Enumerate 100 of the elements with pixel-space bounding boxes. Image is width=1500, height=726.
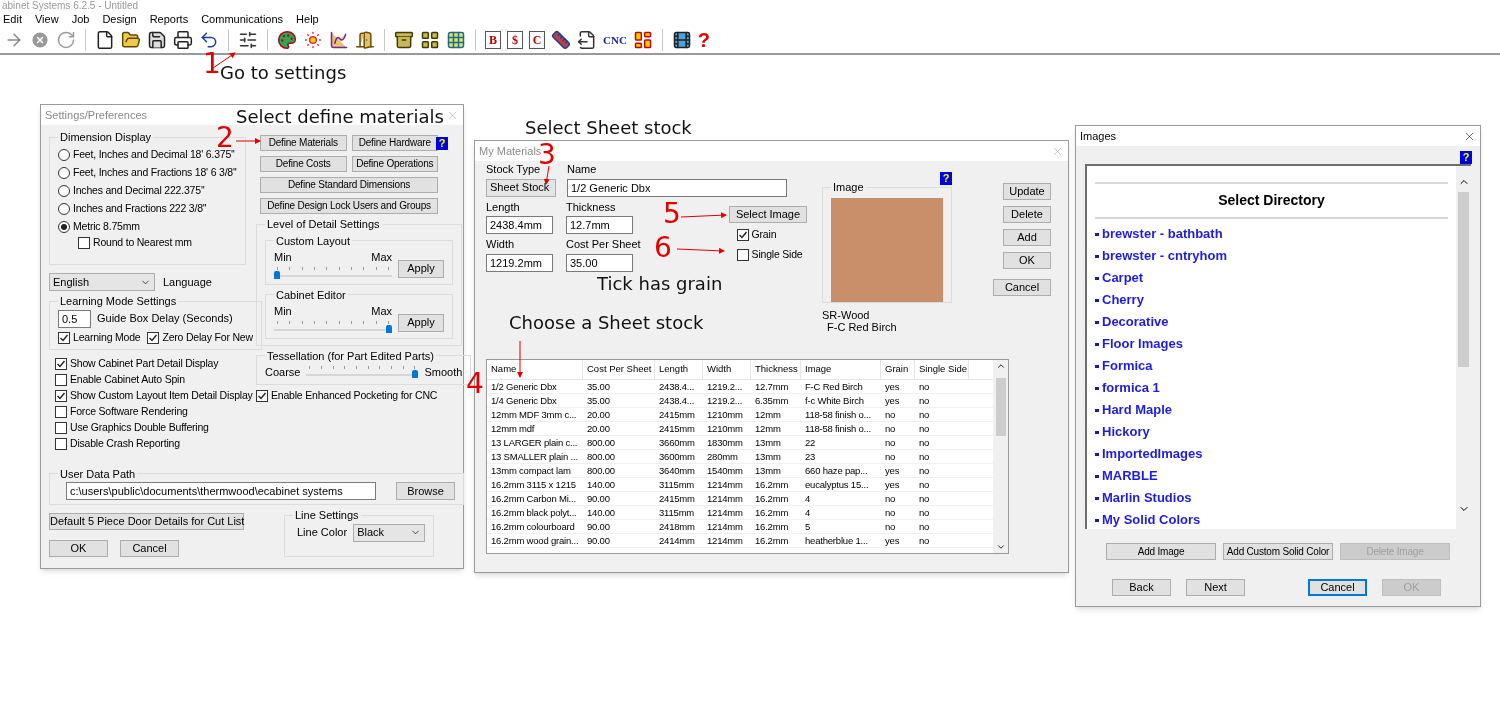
print-icon[interactable] (173, 30, 193, 50)
help-button[interactable]: ? (436, 137, 448, 150)
radio-button[interactable] (58, 184, 70, 197)
dialog-button[interactable]: Delete (1003, 206, 1051, 223)
slider-track[interactable] (306, 365, 419, 380)
directory-link[interactable]: ImportedImages (1102, 444, 1203, 464)
directory-link[interactable]: Marlin Studios (1102, 488, 1192, 508)
open-folder-icon[interactable] (121, 30, 141, 50)
nav-button[interactable]: Next (1186, 579, 1245, 596)
select-image-button[interactable]: Select Image (729, 205, 807, 223)
menu-item[interactable]: Design (102, 10, 137, 28)
table-row[interactable]: 16.2mm wood grain... 90.00 2414mm 1214mm 16.2mm heatherblue 1... yes no (487, 534, 993, 548)
floor-plan-icon[interactable] (446, 30, 466, 50)
scrollbar-thumb[interactable] (995, 377, 1006, 436)
define-button[interactable]: Define Costs (260, 156, 347, 172)
text-field[interactable]: 12.7mm (566, 216, 633, 234)
cancel-circle-icon[interactable] (30, 30, 50, 50)
column-header[interactable]: Grain (881, 360, 915, 379)
directory-link[interactable]: Hickory (1102, 422, 1150, 442)
text-field[interactable]: 1/2 Generic Dbx (567, 178, 787, 197)
menu-item[interactable]: Communications (201, 10, 284, 28)
export-icon[interactable] (577, 30, 597, 50)
dialog-button[interactable]: Cancel (993, 279, 1051, 296)
radio-button[interactable] (58, 148, 70, 161)
define-button[interactable]: Define Hardware (351, 135, 438, 151)
dropdown[interactable]: Black (353, 523, 426, 542)
image-action-button[interactable]: Add Image (1106, 543, 1216, 560)
scrollbar[interactable] (993, 360, 1008, 553)
menu-item[interactable]: Job (71, 10, 90, 28)
radio-button[interactable] (58, 220, 70, 233)
ok-button[interactable]: OK (49, 540, 108, 557)
help-button[interactable]: ? (697, 30, 711, 50)
slider-track[interactable] (274, 265, 392, 280)
table-row[interactable]: 16.2mm black polyt... 140.00 3115mm 1214mm 16.2mm 4 no no (487, 506, 993, 520)
table-row[interactable]: 16.2mm Carbon Mi... 90.00 2415mm 1214mm 16.2mm 4 no no (487, 492, 993, 506)
table-row[interactable]: 16.2mm colourboard 90.00 2418mm 1214mm 16.2mm 5 no no (487, 520, 993, 534)
undo-icon[interactable] (199, 30, 219, 50)
checkbox[interactable] (55, 438, 67, 450)
nav-button[interactable]: Back (1112, 579, 1171, 596)
column-header[interactable]: Thickness (751, 360, 801, 379)
new-file-icon[interactable] (95, 30, 115, 50)
scroll-up-icon[interactable] (995, 361, 1006, 371)
measure-icon[interactable] (551, 30, 571, 50)
directory-link[interactable]: Hard Maple (1102, 400, 1173, 420)
slider-thumb[interactable] (412, 370, 419, 379)
column-header[interactable]: Single Side (915, 360, 969, 379)
toolbar-button[interactable]: C (529, 31, 545, 49)
image-action-button[interactable]: Add Custom Solid Color (1223, 543, 1333, 560)
define-button[interactable]: Define Materials (260, 135, 347, 151)
slider-thumb[interactable] (274, 270, 280, 279)
radio-button[interactable] (58, 202, 70, 215)
directory-link[interactable]: brewster - cntryhom (1102, 246, 1227, 266)
text-field[interactable]: 35.00 (566, 253, 633, 272)
nav-button[interactable]: Cancel (1308, 579, 1367, 596)
table-row[interactable]: 1/2 Generic Dbx 35.00 2438.4... 1219.2... 12.7mm F-C Red Birch yes no (487, 380, 993, 394)
directory-link[interactable]: formica 1 (1102, 378, 1160, 398)
cabinets-icon[interactable] (420, 30, 440, 50)
cabinet-icon[interactable] (394, 30, 414, 50)
define-button[interactable]: Define Standard Dimensions (260, 177, 438, 193)
save-icon[interactable] (147, 30, 167, 50)
checkbox[interactable] (147, 332, 160, 344)
toolbar-button[interactable]: B (485, 31, 501, 49)
checkbox[interactable] (55, 390, 67, 402)
dropdown[interactable]: Sheet Stock (486, 178, 556, 197)
dropdown[interactable]: English (49, 273, 155, 291)
directory-link[interactable]: My Solid Colors (1102, 510, 1201, 530)
text-field[interactable]: 2438.4mm (486, 216, 553, 234)
checkbox[interactable] (78, 237, 90, 249)
path-field[interactable]: c:\users\public\documents\thermwood\ecabinet systems (66, 482, 376, 500)
refresh-icon[interactable] (56, 30, 76, 50)
checkbox[interactable] (55, 358, 67, 370)
table-row[interactable]: 13mm compact lam 800.00 3640mm 1540mm 13mm 660 haze pap... yes no (487, 464, 993, 478)
table-row[interactable]: 1/4 Generic Dbx 35.00 2438.4... 1219.2... 6.35mm f-c White Birch yes no (487, 394, 993, 408)
directory-link[interactable]: MARBLE (1102, 466, 1158, 486)
help-button[interactable]: ? (940, 172, 952, 185)
column-header[interactable]: Cost Per Sheet (583, 360, 655, 379)
define-button[interactable]: Define Operations (351, 156, 438, 172)
checkbox[interactable] (736, 248, 749, 261)
directory-link[interactable]: Carpet (1102, 268, 1144, 288)
menu-item[interactable]: Edit (3, 10, 22, 28)
checkbox[interactable] (256, 390, 268, 402)
directory-link[interactable]: brewster - bathbath (1102, 224, 1223, 244)
text-field[interactable]: 1219.2mm (486, 253, 553, 272)
film-icon[interactable] (671, 30, 692, 50)
directory-link[interactable]: Decorative (1102, 312, 1169, 332)
directory-link[interactable]: Floor Images (1102, 334, 1183, 354)
checkbox[interactable] (736, 228, 749, 241)
column-header[interactable]: Name (487, 360, 583, 379)
help-button[interactable]: ? (1460, 151, 1472, 164)
palette-icon[interactable] (277, 30, 297, 50)
column-header[interactable]: Image (801, 360, 881, 379)
layout-icon[interactable] (632, 30, 653, 50)
menu-item[interactable]: View (34, 10, 59, 28)
slider-track[interactable] (274, 319, 392, 334)
scroll-down-icon[interactable] (995, 542, 1006, 552)
cnc-button[interactable]: CNC (603, 31, 627, 49)
toolbar-button[interactable]: $ (507, 31, 523, 49)
table-row[interactable]: 12mm MDF 3mm c... 20.00 2415mm 1210mm 12mm 118-58 finish o... no no (487, 408, 993, 422)
delay-field[interactable]: 0.5 (58, 309, 91, 328)
checkbox[interactable] (55, 374, 67, 386)
